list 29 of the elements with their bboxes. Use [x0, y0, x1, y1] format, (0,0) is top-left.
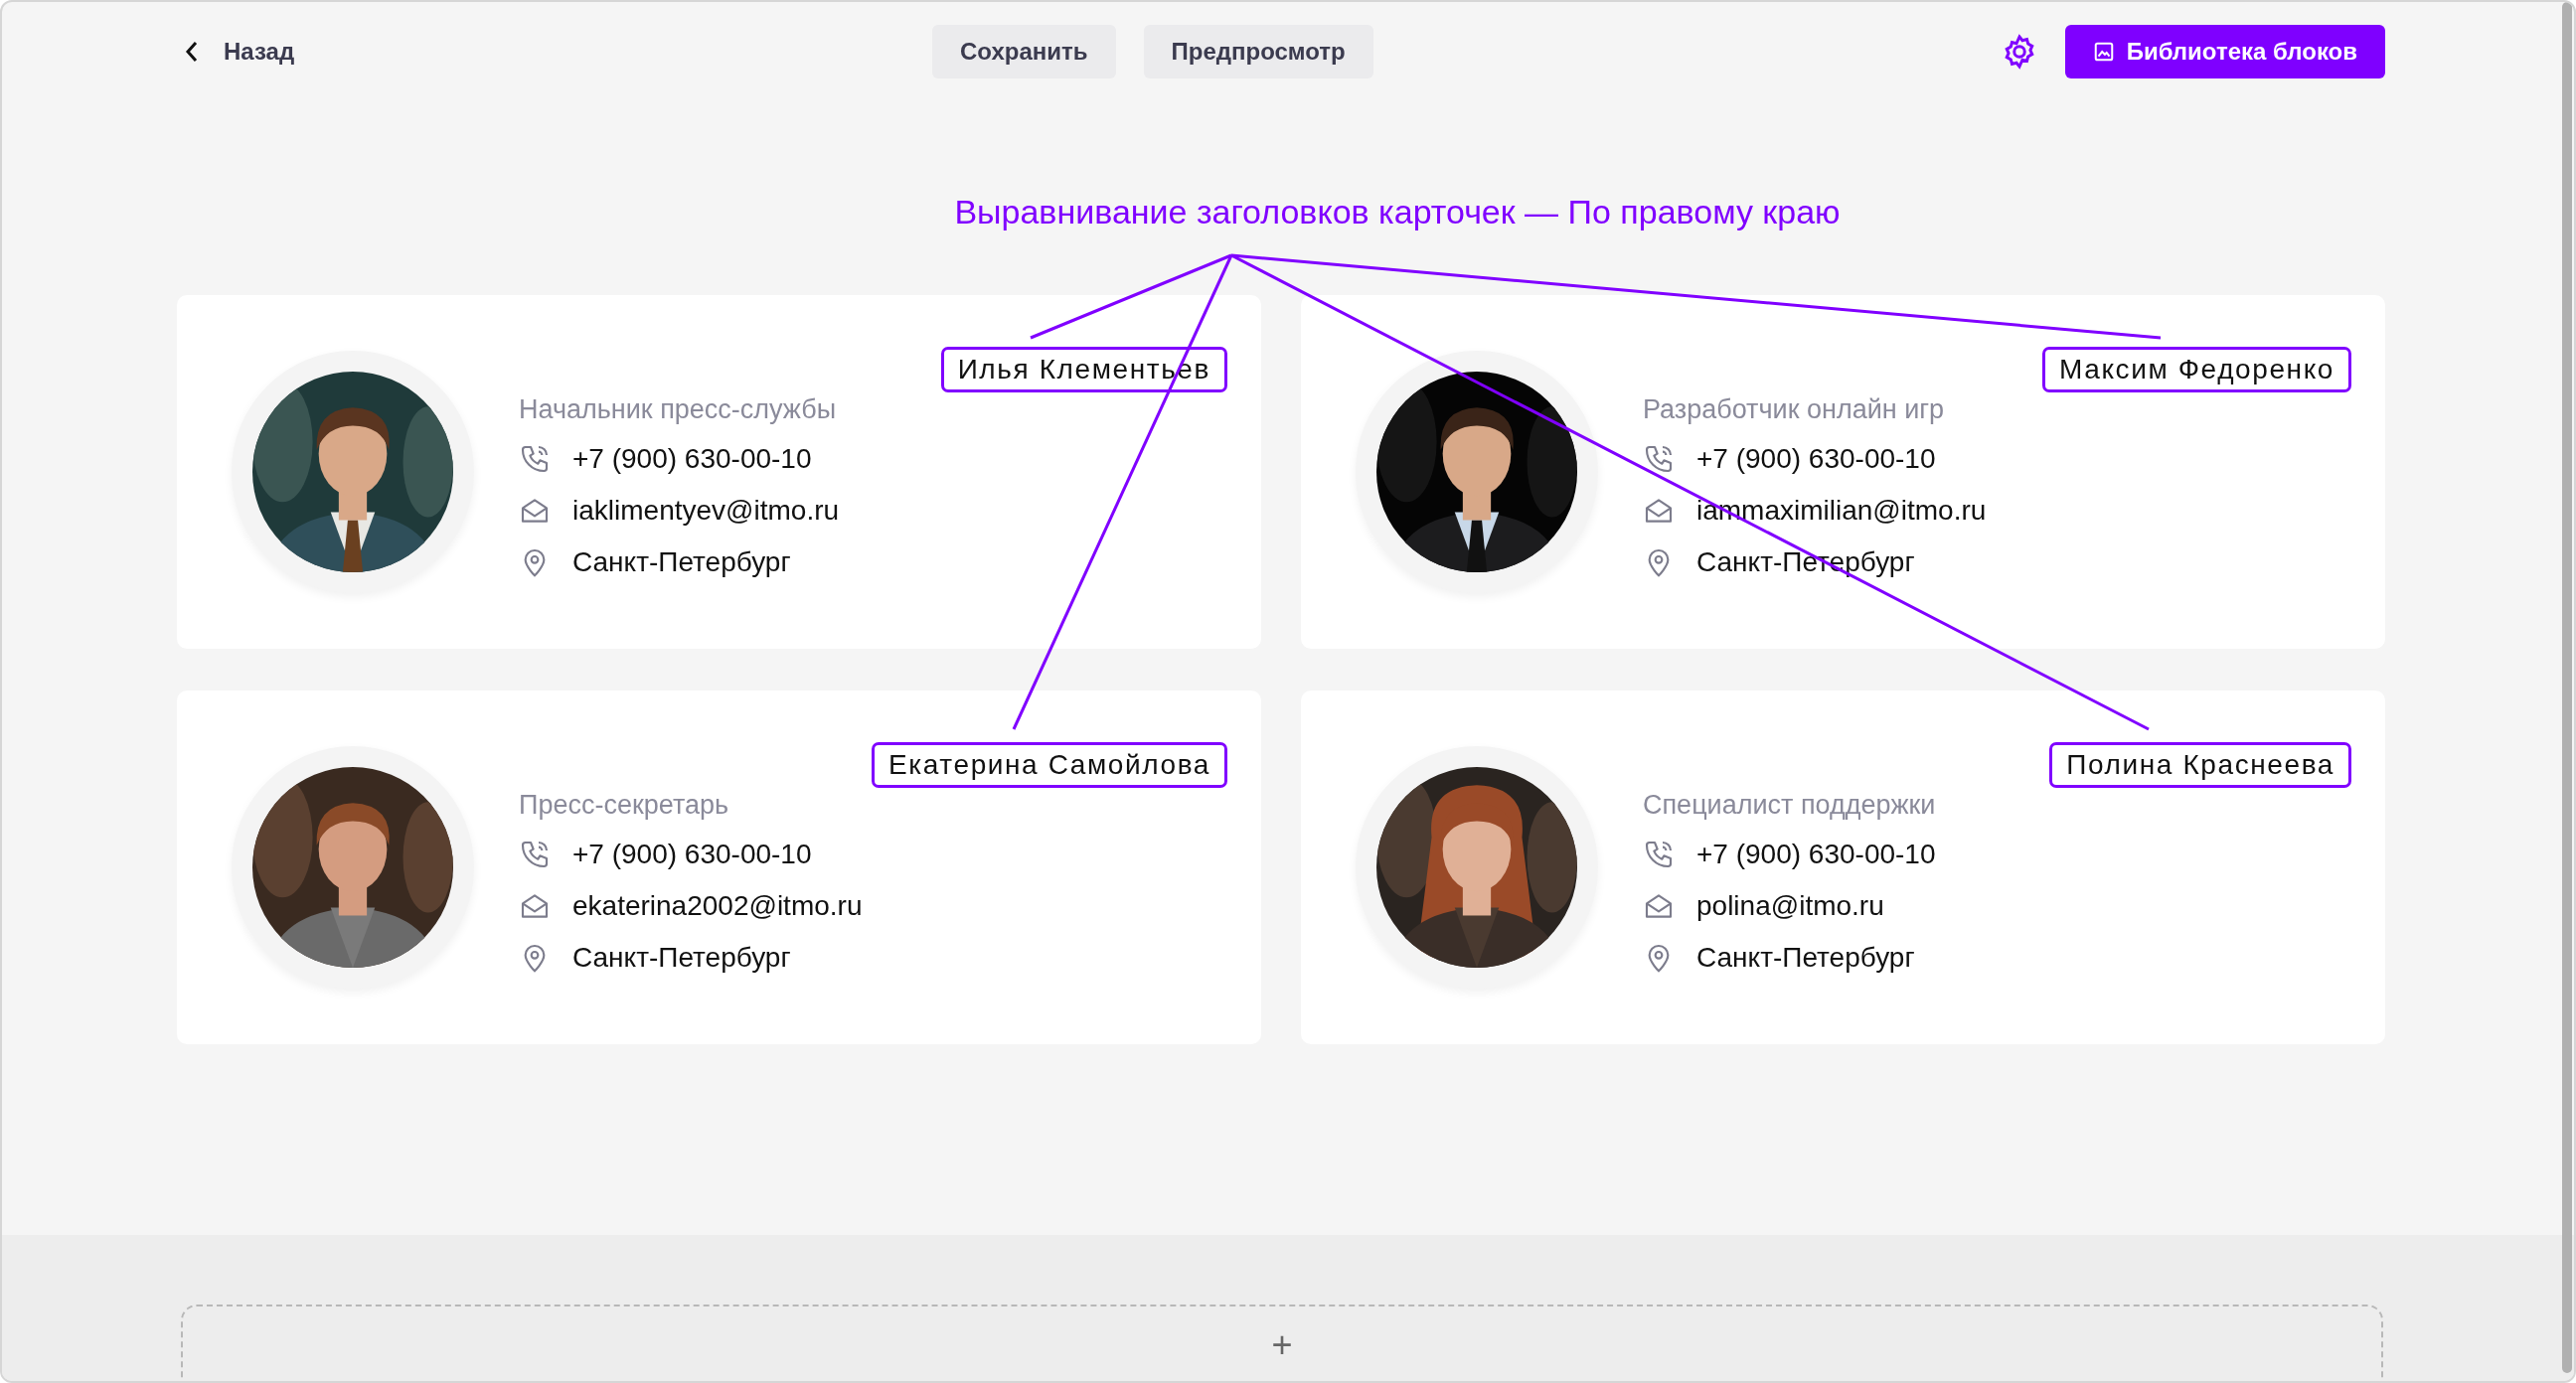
scrollbar[interactable]	[2562, 2, 2572, 1373]
save-button[interactable]: Сохранить	[932, 25, 1116, 78]
back-button[interactable]: Назад	[184, 38, 383, 66]
phone-icon	[519, 839, 551, 870]
image-icon	[2092, 41, 2115, 63]
job-title: Специалист поддержки	[1643, 790, 1937, 821]
city-name: Санкт-Петербург	[572, 942, 791, 974]
name-label: Полина Краснеева	[2049, 742, 2351, 788]
name-label: Максим Федоренко	[2042, 347, 2351, 392]
phone-number: +7 (900) 630-00-10	[572, 839, 812, 870]
phone-number: +7 (900) 630-00-10	[572, 443, 812, 475]
city-name: Санкт-Петербург	[1696, 942, 1915, 974]
phone-number: +7 (900) 630-00-10	[1696, 839, 1936, 870]
phone-number: +7 (900) 630-00-10	[1696, 443, 1936, 475]
job-title: Разработчик онлайн игр	[1643, 394, 1946, 425]
chevron-left-icon	[184, 40, 200, 64]
name-label: Екатерина Самойлова	[872, 742, 1227, 788]
annotation-title: Выравнивание заголовков карточек — По правому краю	[954, 193, 1841, 230]
phone-icon	[1643, 839, 1675, 870]
preview-button[interactable]: Предпросмотр	[1143, 25, 1373, 78]
phone-icon	[519, 443, 551, 475]
email-address: ekaterina2002@itmo.ru	[572, 890, 863, 922]
job-title: Начальник пресс-службы	[519, 394, 838, 425]
block-library-button[interactable]: Библиотека блоков	[2064, 25, 2385, 78]
job-title: Пресс-секретарь	[519, 790, 730, 821]
phone-icon	[1643, 443, 1675, 475]
city-name: Санкт-Петербург	[572, 546, 791, 578]
email-address: iaklimentyev@itmo.ru	[572, 495, 840, 527]
email-address: polina@itmo.ru	[1696, 890, 1884, 922]
